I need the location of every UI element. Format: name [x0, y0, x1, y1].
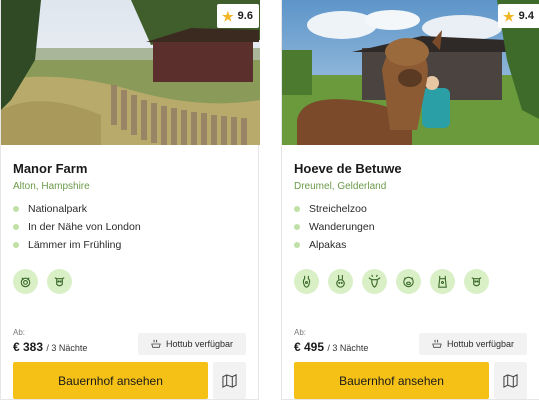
bullet-dot: [294, 224, 300, 230]
goat-icon[interactable]: [362, 269, 387, 294]
cow-icon[interactable]: [47, 269, 72, 294]
bullet-dot: [294, 242, 300, 248]
hottub-icon: [151, 339, 161, 348]
feature-item: In der Nähe von London: [13, 218, 141, 236]
alpaca-icon[interactable]: [294, 269, 319, 294]
feature-item: Alpakas: [294, 236, 375, 254]
farm-card-hoeve-de-betuwe[interactable]: ★ 9.4 Hoeve de Betuwe Dreumel, Gelderlan…: [281, 0, 539, 400]
bullet-dot: [13, 206, 19, 212]
cow-icon[interactable]: [464, 269, 489, 294]
rating-badge: ★ 9.4: [498, 4, 539, 28]
feature-list: Streichelzoo Wanderungen Alpakas: [294, 200, 375, 254]
feature-label: Wanderungen: [309, 221, 375, 233]
view-farm-button[interactable]: Bauernhof ansehen: [13, 362, 208, 399]
llama-icon[interactable]: [430, 269, 455, 294]
feature-item: Wanderungen: [294, 218, 375, 236]
feature-item: Lämmer im Frühling: [13, 236, 141, 254]
star-icon: ★: [222, 8, 234, 24]
farm-title[interactable]: Manor Farm: [13, 161, 87, 176]
feature-label: Nationalpark: [28, 203, 87, 215]
amenity-icons: [13, 269, 72, 294]
rating-value: 9.4: [518, 10, 534, 22]
price: € 495 / 3 Nächte: [294, 340, 368, 354]
view-farm-button[interactable]: Bauernhof ansehen: [294, 362, 489, 399]
price-nights: / 3 Nächte: [46, 343, 88, 353]
pig-icon[interactable]: [396, 269, 421, 294]
star-icon: ★: [503, 8, 515, 24]
map-icon: [222, 374, 237, 388]
map-icon: [503, 374, 518, 388]
hottub-label: Hottub verfügbar: [165, 339, 234, 349]
rating-badge: ★ 9.6: [217, 4, 259, 28]
price-value: € 495: [294, 340, 325, 354]
farm-location: Dreumel, Gelderland: [294, 181, 387, 192]
hottub-badge: Hottub verfügbar: [138, 333, 246, 355]
feature-label: In der Nähe von London: [28, 221, 141, 233]
feature-label: Streichelzoo: [309, 203, 367, 215]
hottub-label: Hottub verfügbar: [446, 339, 515, 349]
feature-item: Streichelzoo: [294, 200, 375, 218]
feature-item: Nationalpark: [13, 200, 141, 218]
map-button[interactable]: [213, 362, 246, 399]
rabbit-icon[interactable]: [328, 269, 353, 294]
price: € 383 / 3 Nächte: [13, 340, 87, 354]
farm-card-manor-farm[interactable]: ★ 9.6 Manor Farm Alton, Hampshire Nation…: [0, 0, 260, 400]
feature-label: Lämmer im Frühling: [28, 239, 122, 251]
farm-title[interactable]: Hoeve de Betuwe: [294, 161, 402, 176]
price-value: € 383: [13, 340, 44, 354]
feature-label: Alpakas: [309, 239, 347, 251]
price-prefix: Ab:: [294, 328, 307, 337]
farm-location: Alton, Hampshire: [13, 181, 90, 192]
bullet-dot: [294, 206, 300, 212]
hottub-badge: Hottub verfügbar: [419, 333, 527, 355]
rating-value: 9.6: [237, 10, 253, 22]
sheep-icon[interactable]: [13, 269, 38, 294]
bullet-dot: [13, 242, 19, 248]
map-button[interactable]: [494, 362, 527, 399]
price-prefix: Ab:: [13, 328, 26, 337]
bullet-dot: [13, 224, 19, 230]
farm-photo[interactable]: ★ 9.6: [1, 0, 260, 145]
farm-photo[interactable]: ★ 9.4: [282, 0, 539, 145]
amenity-icons: [294, 269, 489, 294]
price-nights: / 3 Nächte: [327, 343, 369, 353]
hottub-icon: [432, 339, 442, 348]
feature-list: Nationalpark In der Nähe von London Lämm…: [13, 200, 141, 254]
